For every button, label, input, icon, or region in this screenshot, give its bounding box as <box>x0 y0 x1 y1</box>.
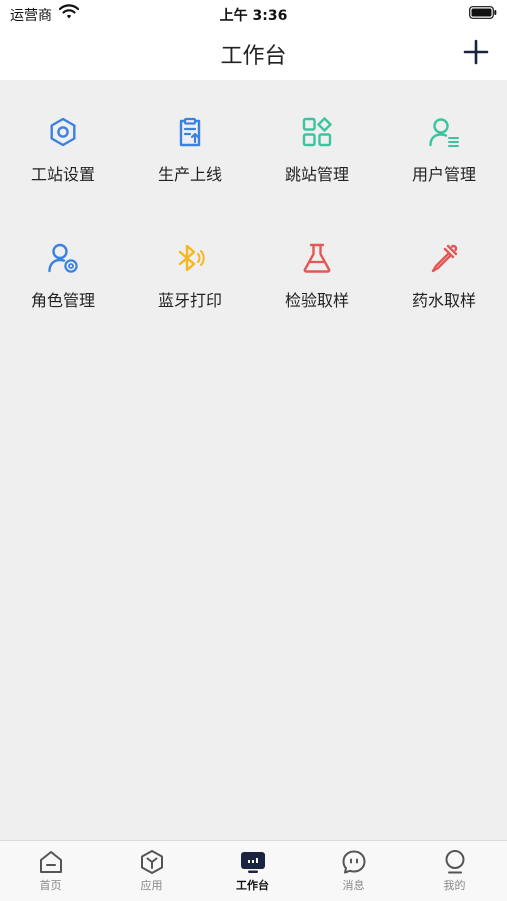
grid-item-label: 工站设置 <box>30 165 95 184</box>
grid-item-station-settings[interactable]: 工站设置 <box>0 80 126 190</box>
grid-item-label: 药水取样 <box>411 291 476 310</box>
apps-grid-icon <box>302 117 332 147</box>
grid-item-role-management[interactable]: 角色管理 <box>0 206 126 316</box>
gear-icon <box>50 117 76 147</box>
tab-label: 应用 <box>140 879 163 892</box>
grid-item-solution-sampling[interactable]: 药水取样 <box>381 206 507 316</box>
grid-item-label: 用户管理 <box>411 165 476 184</box>
grid-item-bluetooth-print[interactable]: 蓝牙打印 <box>127 206 253 316</box>
profile-icon <box>445 850 465 874</box>
grid-item-user-management[interactable]: 用户管理 <box>381 80 507 190</box>
grid-item-inspection-sampling[interactable]: 检验取样 <box>254 206 380 316</box>
tab-bar: 首页 应用 工作台 消息 我的 <box>0 840 507 901</box>
add-button[interactable] <box>463 39 489 65</box>
grid-item-label: 蓝牙打印 <box>157 291 222 310</box>
tab-home[interactable]: 首页 <box>0 841 101 901</box>
page-title: 工作台 <box>220 44 287 69</box>
tab-label: 首页 <box>39 879 62 892</box>
chat-icon <box>342 850 366 874</box>
navigation-bar: 工作台 <box>0 28 507 80</box>
tab-workbench[interactable]: 工作台 <box>202 841 303 901</box>
tab-label: 消息 <box>342 879 365 892</box>
grid-item-label: 生产上线 <box>157 165 222 184</box>
flask-icon <box>303 243 331 273</box>
tab-messages[interactable]: 消息 <box>303 841 404 901</box>
user-settings-icon <box>48 243 78 273</box>
tab-profile[interactable]: 我的 <box>404 841 505 901</box>
status-time: 上午 3:36 <box>219 8 288 24</box>
tab-label: 我的 <box>443 879 466 892</box>
grid-item-label: 角色管理 <box>30 291 95 310</box>
home-icon <box>40 851 62 873</box>
tab-label: 工作台 <box>236 879 269 892</box>
grid-item-skip-station[interactable]: 跳站管理 <box>254 80 380 190</box>
dropper-icon <box>431 244 458 273</box>
status-bar: 运营商 上午 3:36 <box>0 0 507 28</box>
grid-item-production-online[interactable]: 生产上线 <box>127 80 253 190</box>
cube-icon <box>141 850 163 874</box>
grid-item-label: 检验取样 <box>284 291 349 310</box>
tab-apps[interactable]: 应用 <box>101 841 202 901</box>
bluetooth-icon <box>178 244 205 272</box>
user-list-icon <box>429 118 459 147</box>
clipboard-upload-icon <box>179 117 201 147</box>
battery-icon <box>469 6 497 19</box>
grid-item-label: 跳站管理 <box>284 165 349 184</box>
workbench-icon <box>241 852 265 873</box>
